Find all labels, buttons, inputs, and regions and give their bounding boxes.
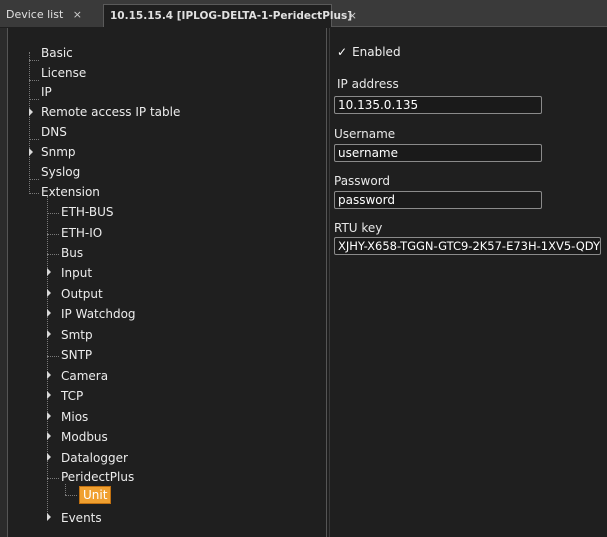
close-icon[interactable]: × (348, 5, 357, 27)
expand-arrow-icon[interactable] (47, 330, 51, 338)
rtu-key-label: RTU key (334, 221, 383, 235)
tree-item-basic[interactable]: Basic (41, 44, 73, 62)
tree-item-snmp[interactable]: Snmp (41, 143, 76, 161)
tree-item-input[interactable]: Input (61, 264, 92, 282)
username-label: Username (334, 127, 396, 141)
tab-device-detail[interactable]: 10.15.15.4 [IPLOG-DELTA-1-PeridectPlus] … (103, 4, 357, 27)
tree-item-tcp[interactable]: TCP (61, 387, 83, 405)
expand-arrow-icon[interactable] (47, 391, 51, 399)
tree-line (29, 139, 39, 140)
tree-line (47, 254, 59, 255)
tab-device-list[interactable]: Device list × (0, 4, 103, 27)
tree-line (29, 80, 39, 81)
tree-item-camera[interactable]: Camera (61, 367, 108, 385)
close-icon[interactable]: × (73, 8, 82, 21)
left-frame (0, 28, 8, 537)
expand-arrow-icon[interactable] (29, 148, 33, 156)
tree-item-events[interactable]: Events (61, 509, 102, 527)
expand-arrow-icon[interactable] (47, 268, 51, 276)
tree-item-modbus[interactable]: Modbus (61, 428, 108, 446)
username-input[interactable]: username (334, 144, 542, 162)
tree-line (47, 234, 59, 235)
tree-item-sntp[interactable]: SNTP (61, 346, 92, 364)
tree-item-mios[interactable]: Mios (61, 408, 88, 426)
expand-arrow-icon[interactable] (29, 108, 33, 116)
tree-item-syslog[interactable]: Syslog (41, 163, 80, 181)
rtu-key-input[interactable]: XJHY-X658-TGGN-GTC9-2K57-E73H-1XV5-QDY8 (334, 237, 601, 255)
ip-address-input[interactable]: 10.135.0.135 (334, 96, 542, 114)
expand-arrow-icon[interactable] (47, 453, 51, 461)
expand-arrow-icon[interactable] (47, 513, 51, 521)
expand-arrow-icon[interactable] (47, 289, 51, 297)
tab-label: 10.15.15.4 [IPLOG-DELTA-1-PeridectPlus] (110, 10, 353, 22)
tree-item-smtp[interactable]: Smtp (61, 326, 93, 344)
tree-line (47, 213, 59, 214)
tree-item-extension[interactable]: Extension (41, 183, 100, 201)
tree-item-remote-access[interactable]: Remote access IP table (41, 103, 180, 121)
checkmark-icon: ✓ (337, 45, 348, 59)
tree-line (29, 179, 39, 180)
expand-arrow-icon[interactable] (47, 412, 51, 420)
tree-line (29, 52, 30, 194)
tree-item-license[interactable]: License (41, 64, 86, 82)
tree-item-bus[interactable]: Bus (61, 244, 83, 262)
tree-item-peridectplus[interactable]: PeridectPlus (61, 468, 134, 486)
expand-arrow-icon[interactable] (47, 371, 51, 379)
password-label: Password (334, 174, 391, 188)
tree-line (47, 478, 59, 479)
ip-address-label: IP address (337, 77, 399, 91)
password-input[interactable]: password (334, 191, 542, 209)
tab-label: Device list (6, 8, 64, 21)
tree-line (47, 356, 59, 357)
tree-item-ip[interactable]: IP (41, 83, 52, 101)
tree-item-eth-bus[interactable]: ETH-BUS (61, 203, 113, 221)
tree-line (65, 495, 77, 496)
tab-bar: Device list × 10.15.15.4 [IPLOG-DELTA-1-… (0, 0, 607, 27)
enabled-checkbox[interactable]: ✓ Enabled (337, 45, 401, 59)
enabled-label: Enabled (352, 45, 401, 59)
tree-item-output[interactable]: Output (61, 285, 103, 303)
tree-item-dns[interactable]: DNS (41, 123, 67, 141)
tree-line (29, 99, 39, 100)
expand-arrow-icon[interactable] (47, 309, 51, 317)
tree-item-eth-io[interactable]: ETH-IO (61, 224, 102, 242)
tree-item-unit[interactable]: Unit (79, 486, 112, 504)
tree-line (29, 193, 39, 194)
tree-item-ip-watchdog[interactable]: IP Watchdog (61, 305, 136, 323)
tree-item-datalogger[interactable]: Datalogger (61, 449, 128, 467)
tree-line (29, 60, 39, 61)
expand-arrow-icon[interactable] (47, 432, 51, 440)
